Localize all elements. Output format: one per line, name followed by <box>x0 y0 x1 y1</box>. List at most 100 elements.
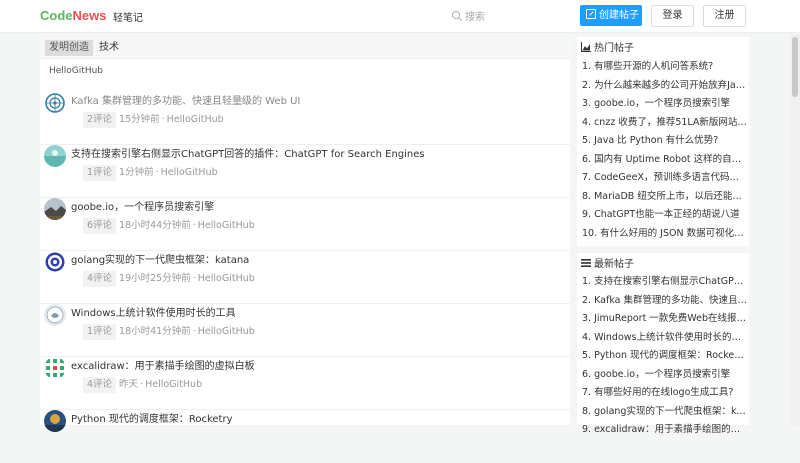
search-input[interactable] <box>465 8 560 26</box>
avatar[interactable] <box>44 198 66 220</box>
post-meta: 1评论 1分钟前 · HelloGitHub <box>83 164 218 181</box>
post-feed: 发明创造 技术 HelloGitHub Kafka 集群管理的多功能、快速且轻量… <box>40 37 570 432</box>
comment-count-badge[interactable]: 1评论 <box>83 324 117 340</box>
latest-post-link[interactable]: 9. excalidraw：用于素描手绘图的虚拟白板 <box>582 421 747 440</box>
post-time: 15分钟前 <box>119 114 160 125</box>
latest-posts-panel: 最新帖子 1. 支持在搜索引擎右侧显示ChatGPT回答的插件 2. Kafka… <box>577 253 749 435</box>
logo-code-text: Code <box>40 8 73 23</box>
latest-post-link[interactable]: 4. Windows上统计软件使用时长的工具 <box>582 329 747 348</box>
login-button[interactable]: 登录 <box>651 5 694 27</box>
comment-count-badge[interactable]: 4评论 <box>83 271 117 287</box>
latest-post-link[interactable]: 1. 支持在搜索引擎右侧显示ChatGPT回答的插件 <box>582 273 747 292</box>
post-meta: 6评论 18小时44分钟前 · HelloGitHub <box>83 217 255 234</box>
latest-post-link[interactable]: 5. Python 现代的调度框架：Rocketry <box>582 347 747 366</box>
post-author[interactable]: HelloGitHub <box>145 379 202 390</box>
post-meta: 2评论 15分钟前 · HelloGitHub <box>83 111 224 128</box>
post-time: 19小时25分钟前 <box>119 273 191 284</box>
latest-posts-list: 1. 支持在搜索引擎右侧显示ChatGPT回答的插件 2. Kafka 集群管理… <box>582 273 747 440</box>
post-title[interactable]: 支持在搜索引擎右侧显示ChatGPT回答的插件：ChatGPT for Sear… <box>71 145 425 160</box>
hot-post-link[interactable]: 9. ChatGPT也能一本正经的胡说八道 <box>582 206 747 225</box>
logo-news-text: News <box>72 8 107 23</box>
latest-posts-header: 最新帖子 <box>581 255 634 271</box>
post-time: 18小时41分钟前 <box>119 326 191 337</box>
latest-post-link[interactable]: 2. Kafka 集群管理的多功能、快速且轻量级的 Web UI <box>582 292 747 311</box>
tab-tech[interactable]: 技术 <box>95 40 123 56</box>
post-item[interactable]: excalidraw：用于素描手绘图的虚拟白板 4评论 昨天 · HelloGitHu… <box>40 357 570 410</box>
post-author[interactable]: HelloGitHub <box>198 220 255 231</box>
post-author[interactable]: HelloGitHub <box>198 326 255 337</box>
create-post-label: 创建帖子 <box>599 10 639 21</box>
hot-post-link[interactable]: 7. CodeGeeX，预训练多语言代码生成模型 <box>582 169 747 188</box>
post-item[interactable]: Windows上统计软件使用时长的工具 1评论 18小时41分钟前 · HelloGi… <box>40 304 570 357</box>
search-icon <box>451 10 463 22</box>
avatar[interactable] <box>44 92 66 114</box>
search-box[interactable] <box>445 8 565 26</box>
post-author[interactable]: HelloGitHub <box>161 167 218 178</box>
post-title[interactable]: Kafka 集群管理的多功能、快速且轻量级的 Web UI <box>71 92 300 107</box>
list-icon <box>581 259 591 267</box>
post-meta: 4评论 19小时25分钟前 · HelloGitHub <box>83 270 255 287</box>
top-navbar: CodeNews 轻笔记 创建帖子 登录 注册 <box>0 0 800 33</box>
post-time: 1分钟前 <box>119 167 154 178</box>
latest-post-link[interactable]: 8. golang实现的下一代爬虫框架：katana <box>582 403 747 422</box>
post-title[interactable]: golang实现的下一代爬虫框架：katana <box>71 251 249 266</box>
page-scrollbar[interactable] <box>790 34 800 425</box>
hot-post-link[interactable]: 3. goobe.io，一个程序员搜索引擎 <box>582 95 747 114</box>
hot-posts-panel: 热门帖子 1. 有哪些开源的人机问答系统? 2. 为什么越来越多的公司开始放弃J… <box>577 37 749 246</box>
hot-post-link[interactable]: 6. 国内有 Uptime Robot 这样的自托管吗 <box>582 151 747 170</box>
comment-count-badge[interactable]: 1评论 <box>83 165 117 181</box>
edit-icon <box>586 9 596 19</box>
latest-posts-title: 最新帖子 <box>594 259 634 270</box>
scrollbar-thumb[interactable] <box>792 37 798 97</box>
hot-post-link[interactable]: 10. 有什么好用的 JSON 数据可视化工具 <box>582 225 747 244</box>
create-post-button[interactable]: 创建帖子 <box>580 5 642 26</box>
post-time: 昨天 <box>119 379 139 390</box>
post-item[interactable]: Python 现代的调度框架：Rocketry <box>40 410 570 463</box>
latest-post-link[interactable]: 3. JimuReport 一款免费Web在线报表工具 <box>582 310 747 329</box>
post-item[interactable]: goobe.io，一个程序员搜索引擎 6评论 18小时44分钟前 · HelloGit… <box>40 198 570 251</box>
post-item[interactable]: 支持在搜索引擎右侧显示ChatGPT回答的插件：ChatGPT for Sear… <box>40 145 570 198</box>
meta-separator: · <box>140 379 144 390</box>
post-item[interactable]: golang实现的下一代爬虫框架：katana 4评论 19小时25分钟前 · Hel… <box>40 251 570 304</box>
meta-separator: · <box>155 167 159 178</box>
hot-post-link[interactable]: 1. 有哪些开源的人机问答系统? <box>582 58 747 77</box>
avatar[interactable] <box>44 251 66 273</box>
post-meta: 4评论 昨天 · HelloGitHub <box>83 376 202 393</box>
hot-post-link[interactable]: 4. cnzz 收费了，推荐51LA新版网站统计 <box>582 114 747 133</box>
comment-count-badge[interactable]: 4评论 <box>83 377 117 393</box>
post-meta: 1评论 18小时41分钟前 · HelloGitHub <box>83 323 255 340</box>
post-title[interactable]: Python 现代的调度框架：Rocketry <box>71 410 233 425</box>
meta-separator: · <box>161 114 165 125</box>
site-subtitle: 轻笔记 <box>113 13 143 24</box>
post-title[interactable]: excalidraw：用于素描手绘图的虚拟白板 <box>71 357 255 372</box>
chart-icon <box>581 42 591 52</box>
category-tabs: 发明创造 技术 <box>40 37 570 59</box>
post-time: 18小时44分钟前 <box>119 220 191 231</box>
post-author[interactable]: HelloGitHub <box>198 273 255 284</box>
register-button[interactable]: 注册 <box>703 5 746 27</box>
comment-count-badge[interactable]: 6评论 <box>83 218 117 234</box>
post-item[interactable]: Kafka 集群管理的多功能、快速且轻量级的 Web UI 2评论 15分钟前 · H… <box>40 92 570 145</box>
meta-separator: · <box>192 220 196 231</box>
avatar[interactable] <box>44 304 66 326</box>
hot-posts-header: 热门帖子 <box>581 39 634 55</box>
hot-posts-title: 热门帖子 <box>594 43 634 54</box>
latest-post-link[interactable]: 7. 有哪些好用的在线logo生成工具? <box>582 384 747 403</box>
avatar[interactable] <box>44 357 66 379</box>
post-author[interactable]: HelloGitHub <box>167 114 224 125</box>
post-title[interactable]: Windows上统计软件使用时长的工具 <box>71 304 236 319</box>
site-logo[interactable]: CodeNews <box>40 8 106 23</box>
hot-post-link[interactable]: 5. Java 比 Python 有什么优势? <box>582 132 747 151</box>
latest-post-link[interactable]: 6. goobe.io，一个程序员搜索引擎 <box>582 366 747 385</box>
avatar[interactable] <box>44 410 66 432</box>
meta-separator: · <box>192 326 196 337</box>
hot-post-link[interactable]: 8. MariaDB 纽交所上市，以后还能继续用吗 <box>582 188 747 207</box>
tab-invention[interactable]: 发明创造 <box>45 40 93 56</box>
meta-separator: · <box>192 273 196 284</box>
hot-posts-list: 1. 有哪些开源的人机问答系统? 2. 为什么越来越多的公司开始放弃Java了 … <box>582 58 747 243</box>
hot-post-link[interactable]: 2. 为什么越来越多的公司开始放弃Java了 <box>582 77 747 96</box>
feed-subheading: HelloGitHub <box>49 66 103 76</box>
comment-count-badge[interactable]: 2评论 <box>83 112 117 128</box>
avatar[interactable] <box>44 145 66 167</box>
post-title[interactable]: goobe.io，一个程序员搜索引擎 <box>71 198 214 213</box>
